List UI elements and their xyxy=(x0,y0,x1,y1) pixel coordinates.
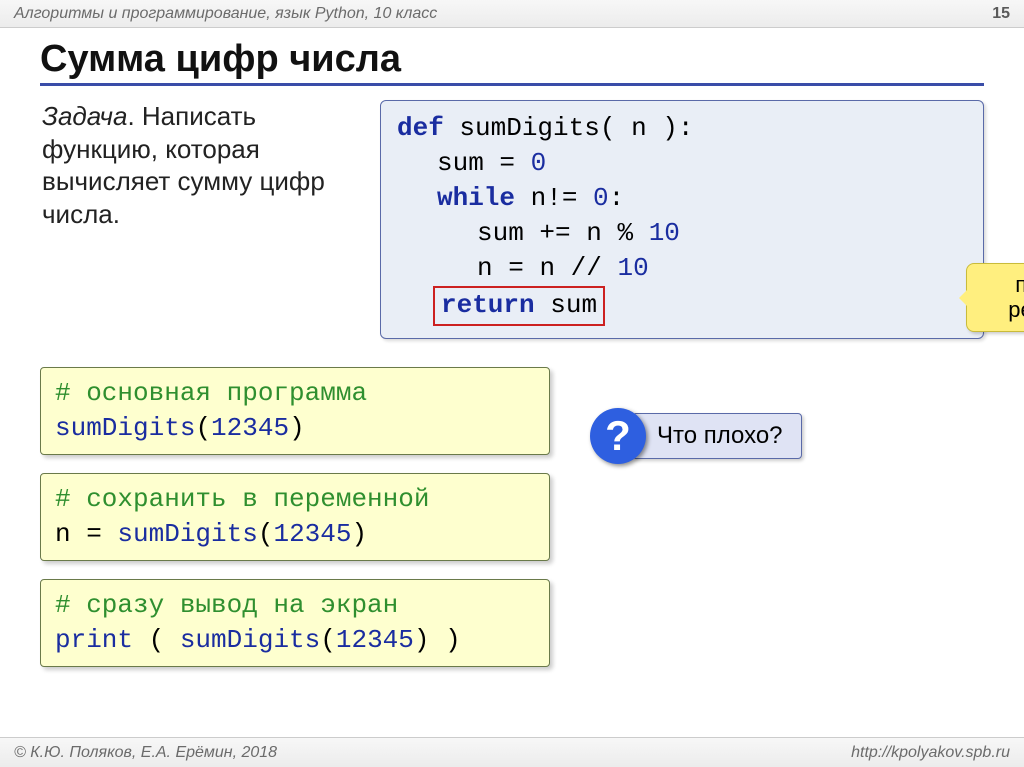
footer-url: http://kpolyakov.spb.ru xyxy=(851,744,1010,762)
code-function: def sumDigits( n ): sum = 0 while n!= 0:… xyxy=(380,100,984,339)
task-label: Задача xyxy=(42,101,127,131)
snippet-print: # сразу вывод на экран print ( sumDigits… xyxy=(40,579,550,667)
question-text: Что плохо? xyxy=(632,413,802,459)
snippet-main-program: # основная программа sumDigits(12345) xyxy=(40,367,550,455)
page-number: 15 xyxy=(992,5,1010,23)
question-callout: ? Что плохо? xyxy=(590,408,802,464)
subject-text: Алгоритмы и программирование, язык Pytho… xyxy=(14,5,437,23)
footer-authors: © К.Ю. Поляков, Е.А. Ерёмин, 2018 xyxy=(14,744,277,762)
snippet-store-var: # сохранить в переменной n = sumDigits(1… xyxy=(40,473,550,561)
question-mark-icon: ? xyxy=(590,408,646,464)
return-box: return sum xyxy=(433,286,605,325)
page-title: Сумма цифр числа xyxy=(40,38,984,86)
task-block: Задача. Написать функцию, которая вычисл… xyxy=(40,100,360,230)
callout-return: передача результата xyxy=(966,263,1024,332)
slide-footer: © К.Ю. Поляков, Е.А. Ерёмин, 2018 http:/… xyxy=(0,737,1024,767)
slide-header: Алгоритмы и программирование, язык Pytho… xyxy=(0,0,1024,28)
